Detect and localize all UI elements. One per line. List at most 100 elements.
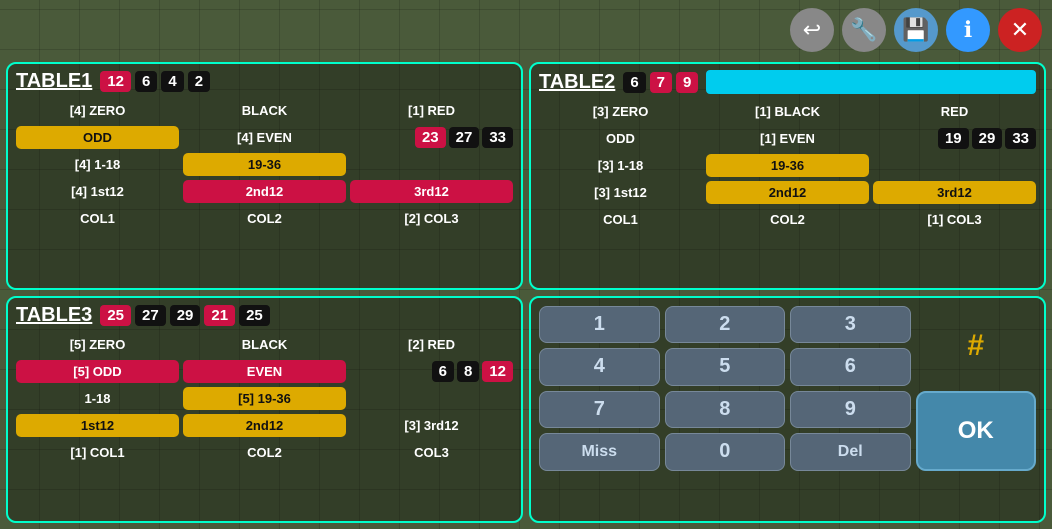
back-button[interactable]: ↩ [790,8,834,52]
table3-row1: [5] ZERO BLACK [2] RED [16,333,513,356]
numpad-ok[interactable]: OK [916,391,1037,471]
table2-3rd12[interactable]: 3rd12 [873,181,1036,204]
numpad-hash: # [916,306,1037,386]
table2-row1: [3] ZERO [1] BLACK RED [539,100,1036,123]
table2-r1-c1[interactable]: [3] ZERO [539,100,702,123]
wrench-button[interactable]: 🔧 [842,8,886,52]
table3-row3: 1-18 [5] 19-36 [16,387,513,410]
table1-row4: [4] 1st12 2nd12 3rd12 [16,180,513,203]
table3-3rd12[interactable]: [3] 3rd12 [350,414,513,437]
table2-b29: 29 [972,128,1003,149]
table1-b33: 33 [482,127,513,148]
table3-badge-4: 25 [239,305,270,326]
table1-1st12[interactable]: [4] 1st12 [16,180,179,203]
table2-1936[interactable]: 19-36 [706,154,869,177]
table1-badge-3: 2 [188,71,210,92]
table2-2nd12[interactable]: 2nd12 [706,181,869,204]
table3-r1-c1[interactable]: [5] ZERO [16,333,179,356]
table3-col3[interactable]: COL3 [350,441,513,464]
table3-col1[interactable]: [1] COL1 [16,441,179,464]
numpad-6[interactable]: 6 [790,348,911,386]
table2-badge-0: 6 [623,72,645,93]
table1-even[interactable]: [4] EVEN [183,126,346,149]
table3-1936[interactable]: [5] 19-36 [183,387,346,410]
numpad-4[interactable]: 4 [539,348,660,386]
numpad-0[interactable]: 0 [665,433,786,471]
table3-col2[interactable]: COL2 [183,441,346,464]
table1-badge-1: 6 [135,71,157,92]
save-button[interactable]: 💾 [894,8,938,52]
table2-panel: TABLE2 6 7 9 [3] ZERO [1] BLACK RED ODD … [529,62,1046,290]
table1-col1[interactable]: COL1 [16,207,179,230]
table2-even[interactable]: [1] EVEN [706,127,869,150]
table2-118[interactable]: [3] 1-18 [539,154,702,177]
table2-b33: 33 [1005,128,1036,149]
table2-row3: [3] 1-18 19-36 [539,154,1036,177]
table2-col1[interactable]: COL1 [539,208,702,231]
numpad-miss[interactable]: Miss [539,433,660,471]
table3-1st12[interactable]: 1st12 [16,414,179,437]
table2-header: TABLE2 6 7 9 [539,70,1036,94]
table3-r1-c2[interactable]: BLACK [183,333,346,356]
numpad-3[interactable]: 3 [790,306,911,344]
table3-b12: 12 [482,361,513,382]
table3-b6: 6 [432,361,454,382]
table2-col3[interactable]: [1] COL3 [873,208,1036,231]
table1-title: TABLE1 [16,70,92,93]
table2-col2[interactable]: COL2 [706,208,869,231]
main-area: TABLE1 12 6 4 2 [4] ZERO BLACK [1] RED O… [6,62,1046,523]
numpad-1[interactable]: 1 [539,306,660,344]
table3-118[interactable]: 1-18 [16,387,179,410]
table3-badge-3: 21 [204,305,235,326]
table1-3rd12[interactable]: 3rd12 [350,180,513,203]
table2-badges: 19 29 33 [873,128,1036,149]
table2-row2: ODD [1] EVEN 19 29 33 [539,127,1036,150]
numpad-8[interactable]: 8 [665,391,786,429]
table1-118[interactable]: [4] 1-18 [16,153,179,176]
table3-header: TABLE3 25 27 29 21 25 [16,304,513,327]
close-button[interactable]: ✕ [998,8,1042,52]
table3-row4: 1st12 2nd12 [3] 3rd12 [16,414,513,437]
table1-r1-c2[interactable]: BLACK [183,99,346,122]
table1-r1-c3[interactable]: [1] RED [350,99,513,122]
numpad-2[interactable]: 2 [665,306,786,344]
numpad-7[interactable]: 7 [539,391,660,429]
table2-badge-2: 9 [676,72,698,93]
table2-row4: [3] 1st12 2nd12 3rd12 [539,181,1036,204]
table1-2nd12[interactable]: 2nd12 [183,180,346,203]
table2-r1-c3[interactable]: RED [873,100,1036,123]
table3-badges: 6 8 12 [350,361,513,382]
table3-badge-1: 27 [135,305,166,326]
table1-col3[interactable]: [2] COL3 [350,207,513,230]
table1-b27: 27 [449,127,480,148]
table3-odd[interactable]: [5] ODD [16,360,179,383]
table2-1st12[interactable]: [3] 1st12 [539,181,702,204]
table3-panel: TABLE3 25 27 29 21 25 [5] ZERO BLACK [2]… [6,296,523,524]
table2-odd[interactable]: ODD [539,127,702,150]
numpad-5[interactable]: 5 [665,348,786,386]
table1-odd[interactable]: ODD [16,126,179,149]
table1-badges: 23 27 33 [350,127,513,148]
numpad-9[interactable]: 9 [790,391,911,429]
table3-b8: 8 [457,361,479,382]
info-button[interactable]: ℹ [946,8,990,52]
table1-1936[interactable]: 19-36 [183,153,346,176]
table3-badge-0: 25 [100,305,131,326]
table2-title: TABLE2 [539,71,615,94]
table1-b23: 23 [415,127,446,148]
numpad-del[interactable]: Del [790,433,911,471]
numpad-panel: 1 2 3 # 4 5 6 7 8 9 OK Miss 0 Del [529,296,1046,524]
table1-row5: COL1 COL2 [2] COL3 [16,207,513,230]
table3-even[interactable]: EVEN [183,360,346,383]
table3-2nd12[interactable]: 2nd12 [183,414,346,437]
table1-r1-c1[interactable]: [4] ZERO [16,99,179,122]
table3-row5: [1] COL1 COL2 COL3 [16,441,513,464]
table3-r1-c3[interactable]: [2] RED [350,333,513,356]
table3-title: TABLE3 [16,304,92,327]
table1-header: TABLE1 12 6 4 2 [16,70,513,93]
table1-col2[interactable]: COL2 [183,207,346,230]
table2-r1-c2[interactable]: [1] BLACK [706,100,869,123]
table1-badge-2: 4 [161,71,183,92]
table1-panel: TABLE1 12 6 4 2 [4] ZERO BLACK [1] RED O… [6,62,523,290]
table2-badge-1: 7 [650,72,672,93]
